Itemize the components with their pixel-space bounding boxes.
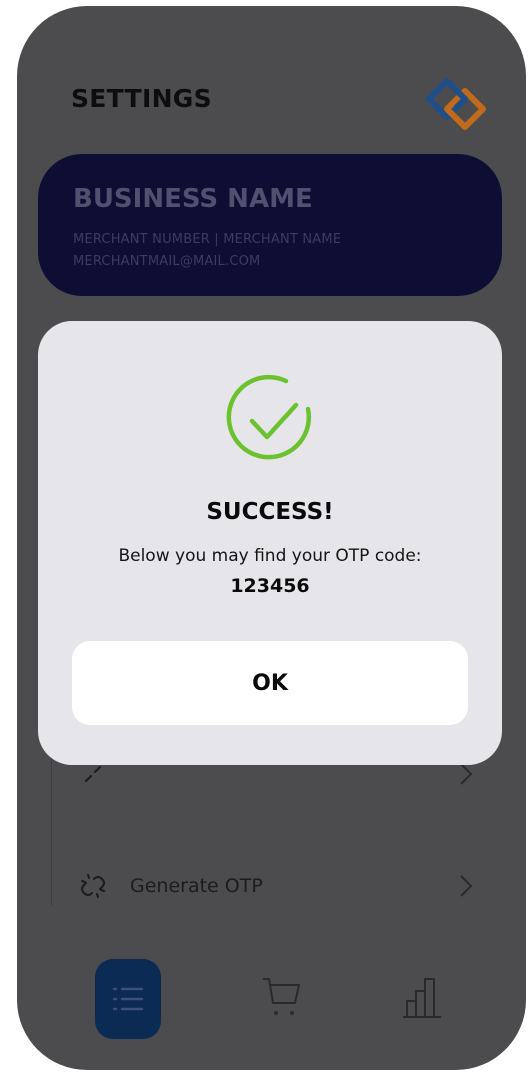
check-circle-icon — [226, 374, 312, 460]
dialog-message: Below you may find your OTP code: — [118, 546, 422, 566]
generate-otp-label: Generate OTP — [130, 875, 263, 897]
tab-reports[interactable] — [401, 973, 445, 1023]
list-icon — [112, 987, 144, 1011]
success-dialog: SUCCESS! Below you may find your OTP cod… — [38, 321, 502, 765]
dialog-title: SUCCESS! — [206, 499, 334, 525]
generate-otp-item[interactable]: Generate OTP — [78, 866, 488, 906]
merchant-email: MERCHANTMAIL@MAIL.COM — [73, 254, 261, 269]
merchant-info: MERCHANT NUMBER | MERCHANT NAME — [73, 232, 342, 247]
diamond-logo-icon — [426, 78, 486, 130]
page-title: SETTINGS — [71, 84, 212, 113]
broken-link-icon — [81, 874, 105, 898]
bottom-tab-bar — [17, 951, 526, 1041]
otp-code: 123456 — [230, 575, 310, 597]
tab-cart[interactable] — [259, 973, 305, 1023]
chevron-right-icon — [460, 875, 473, 897]
bar-chart-icon — [403, 978, 441, 1018]
ok-button[interactable]: OK — [72, 641, 468, 725]
tab-settings[interactable] — [95, 959, 161, 1039]
chevron-right-icon — [460, 763, 473, 785]
business-card[interactable]: BUSINESS NAME MERCHANT NUMBER | MERCHANT… — [38, 154, 502, 296]
business-name: BUSINESS NAME — [73, 184, 313, 214]
cart-icon — [263, 978, 300, 1015]
